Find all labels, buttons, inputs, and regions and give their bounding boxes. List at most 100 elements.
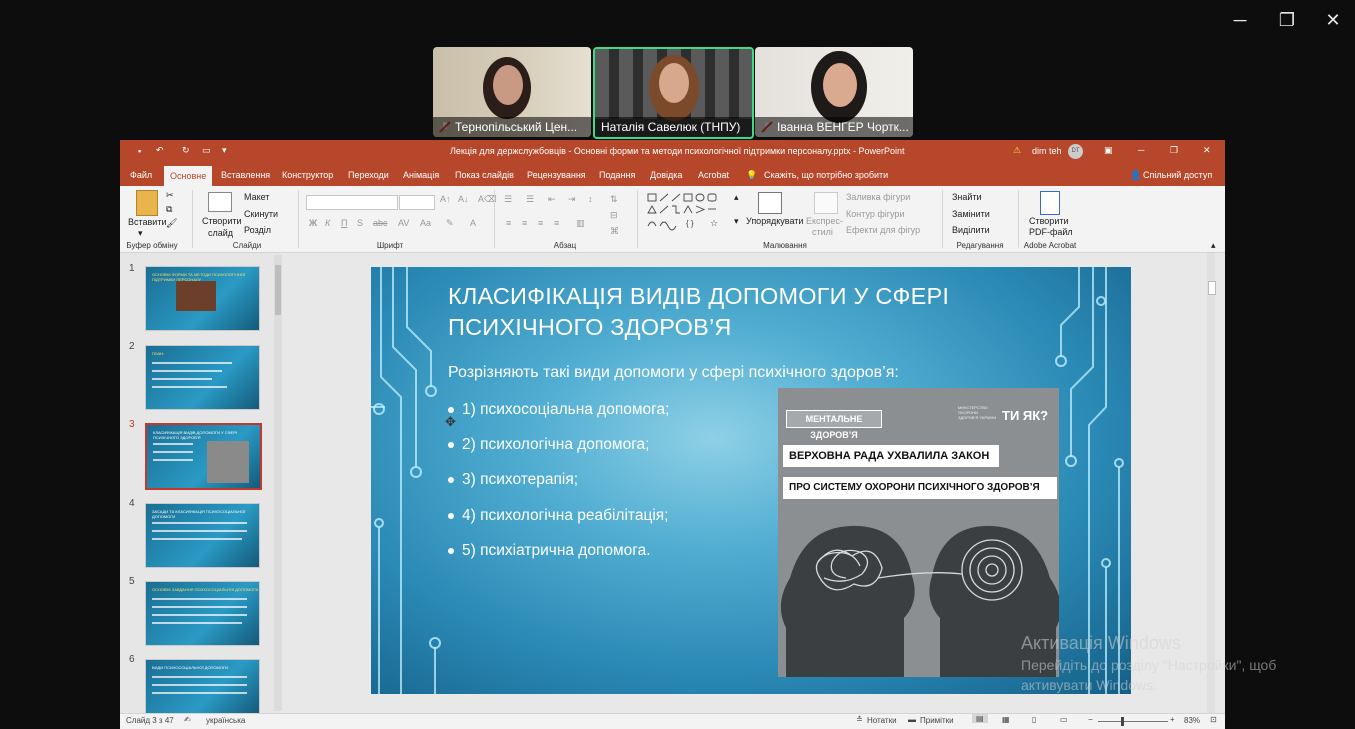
slide-subtitle[interactable]: Розрізняють такі види допомоги у сфері п…	[448, 364, 899, 382]
paste-dropdown-icon[interactable]: ▾	[138, 228, 143, 239]
cut-icon[interactable]: ✂	[166, 190, 174, 201]
share-button[interactable]: Спільний доступ	[1143, 168, 1212, 186]
numbering-icon[interactable]: ☰	[526, 194, 534, 205]
tab-animations[interactable]: Анімація	[403, 168, 439, 186]
section-button[interactable]: Розділ	[244, 225, 271, 235]
user-avatar[interactable]: DT	[1068, 144, 1083, 159]
slide-thumbnail-1[interactable]: ОСНОВНІ ФОРМИ ТА МЕТОДИ ПСИХОЛОГІЧНОЇ ПІ…	[145, 266, 260, 331]
tell-me-box[interactable]: Скажіть, що потрібно зробити	[764, 168, 888, 186]
increase-indent-icon[interactable]: ⇥	[568, 194, 576, 205]
highlight-icon[interactable]: ✎	[446, 218, 454, 229]
decrease-font-icon[interactable]: A↓	[458, 194, 469, 204]
shapes-more[interactable]: ▾	[734, 216, 739, 227]
mental-health-law-image[interactable]: МЕНТАЛЬНЕ ЗДОРОВ’Я МІНІСТЕРСТВО ОХОРОНИ …	[778, 388, 1059, 677]
save-icon[interactable]: ▪	[138, 146, 141, 156]
tab-slideshow[interactable]: Показ слайдів	[455, 168, 514, 186]
tab-file[interactable]: Файл	[130, 168, 152, 186]
notes-button[interactable]: Нотатки	[867, 716, 897, 725]
align-center-icon[interactable]: ≡	[522, 218, 527, 228]
current-slide[interactable]: КЛАСИФІКАЦІЯ ВИДІВ ДОПОМОГИ У СФЕРІ ПСИХ…	[371, 267, 1131, 694]
strikethrough-icon[interactable]: abc	[373, 218, 388, 228]
char-spacing-icon[interactable]: AV	[398, 218, 409, 228]
fit-slide-icon[interactable]: ⊡	[1210, 715, 1217, 724]
select-button[interactable]: Виділити	[952, 225, 990, 235]
new-slide-icon[interactable]	[208, 192, 232, 212]
tab-home[interactable]: Основне	[164, 166, 213, 186]
tab-transitions[interactable]: Переходи	[348, 168, 389, 186]
bullet-item[interactable]: 5) психіатрична допомога.	[448, 542, 651, 560]
undo-icon[interactable]: ↶	[156, 145, 164, 156]
thumbnail-scroll-thumb[interactable]	[275, 265, 281, 315]
participant-tile-3[interactable]: Іванна ВЕНГЕР Чортк...	[755, 47, 913, 137]
font-size-select[interactable]	[399, 195, 435, 210]
increase-font-icon[interactable]: A↑	[440, 194, 451, 204]
customize-toolbar-icon[interactable]: ▾	[222, 145, 227, 156]
layout-button[interactable]: Макет	[244, 192, 269, 202]
normal-view-icon[interactable]: ▤	[972, 714, 988, 723]
justify-icon[interactable]: ≡	[554, 218, 559, 228]
shape-effects-button[interactable]: Ефекти для фігур	[846, 225, 920, 235]
shapes-scroll-up[interactable]: ▴	[734, 192, 739, 203]
format-painter-icon[interactable]: 🖌	[166, 218, 177, 229]
editor-scroll-thumb[interactable]	[1208, 281, 1216, 295]
bullet-item[interactable]: 2) психологічна допомога;	[448, 436, 649, 454]
ppt-restore-button[interactable]: ❐	[1170, 145, 1178, 156]
shapes-gallery[interactable]: { } ☆	[646, 192, 738, 236]
spellcheck-icon[interactable]: ✍	[184, 715, 191, 724]
redo-icon[interactable]: ↻	[182, 145, 190, 156]
smartart-icon[interactable]: ⌘	[610, 226, 619, 237]
font-color-icon[interactable]: A	[470, 218, 476, 228]
slide-thumbnail-4[interactable]: ЗАСАДИ ТА КЛАСИФІКАЦІЯ ПСИХОСОЦІАЛЬНОЇ Д…	[145, 503, 260, 568]
zoom-out-button[interactable]: −	[1088, 715, 1093, 724]
reset-button[interactable]: Скинути	[244, 209, 278, 219]
share-icon[interactable]: 👤	[1130, 168, 1141, 186]
underline-button[interactable]: П	[341, 218, 347, 228]
align-text-icon[interactable]: ⊟	[610, 210, 618, 221]
shape-outline-button[interactable]: Контур фігури	[846, 209, 904, 219]
tab-view[interactable]: Подання	[599, 168, 635, 186]
change-case-icon[interactable]: Aa	[420, 218, 431, 228]
slide-title[interactable]: КЛАСИФІКАЦІЯ ВИДІВ ДОПОМОГИ У СФЕРІ ПСИХ…	[448, 281, 1068, 343]
copy-icon[interactable]: ⧉	[166, 204, 172, 215]
zoom-level[interactable]: 83%	[1184, 716, 1200, 725]
participant-tile-1[interactable]: Тернопільський Цен...	[433, 47, 591, 137]
start-slideshow-icon[interactable]: ▭	[202, 145, 211, 156]
create-pdf-button[interactable]: Створити	[1029, 216, 1069, 226]
zoom-slider[interactable]	[1098, 721, 1168, 722]
align-left-icon[interactable]: ≡	[506, 218, 511, 228]
replace-button[interactable]: Замінити	[952, 209, 990, 219]
tab-acrobat[interactable]: Acrobat	[698, 168, 729, 186]
slide-sorter-icon[interactable]: ▦	[1002, 715, 1010, 724]
slide-thumbnail-3-selected[interactable]: КЛАСИФІКАЦІЯ ВИДІВ ДОПОМОГИ У СФЕРІ ПСИХ…	[145, 423, 262, 490]
bullets-icon[interactable]: ☰	[504, 194, 512, 205]
tab-design[interactable]: Конструктор	[282, 168, 333, 186]
paste-icon[interactable]	[136, 190, 158, 216]
close-button[interactable]: ✕	[1318, 8, 1348, 32]
slide-thumbnail-2[interactable]: ПЛАН:	[145, 345, 260, 410]
ribbon-display-icon[interactable]: ▣	[1104, 145, 1113, 156]
new-slide-button[interactable]: Створити	[202, 216, 242, 226]
columns-icon[interactable]: ▥	[576, 218, 585, 229]
shape-fill-button[interactable]: Заливка фігури	[846, 192, 910, 202]
editor-scrollbar[interactable]	[1207, 253, 1215, 713]
tab-review[interactable]: Рецензування	[527, 168, 586, 186]
ppt-close-button[interactable]: ✕	[1203, 145, 1211, 156]
collapse-ribbon-icon[interactable]: ▴	[1211, 240, 1216, 251]
zoom-slider-thumb[interactable]	[1121, 717, 1124, 726]
italic-button[interactable]: К	[325, 218, 330, 228]
shadow-button[interactable]: S	[357, 218, 363, 228]
language-indicator[interactable]: українська	[206, 716, 245, 725]
slide-thumbnail-5[interactable]: ОСНОВНІ ЗАВДАННЯ ПСИХОСОЦІАЛЬНОЇ ДОПОМОГ…	[145, 581, 260, 646]
ppt-minimize-button[interactable]: ─	[1138, 145, 1144, 155]
minimize-button[interactable]: ─	[1225, 8, 1255, 32]
quick-styles-button[interactable]: Експрес-	[806, 216, 843, 226]
bullet-item[interactable]: 3) психотерапія;	[448, 471, 578, 489]
font-family-select[interactable]	[306, 195, 398, 210]
participant-tile-2[interactable]: Наталія Савелюк (ТНПУ)	[593, 47, 754, 139]
create-pdf-icon[interactable]	[1040, 191, 1060, 215]
decrease-indent-icon[interactable]: ⇤	[548, 194, 556, 205]
zoom-in-button[interactable]: +	[1170, 715, 1175, 724]
thumbnail-scrollbar[interactable]	[274, 255, 282, 711]
bold-button[interactable]: Ж	[309, 218, 317, 228]
text-direction-icon[interactable]: ⇅	[610, 194, 618, 205]
